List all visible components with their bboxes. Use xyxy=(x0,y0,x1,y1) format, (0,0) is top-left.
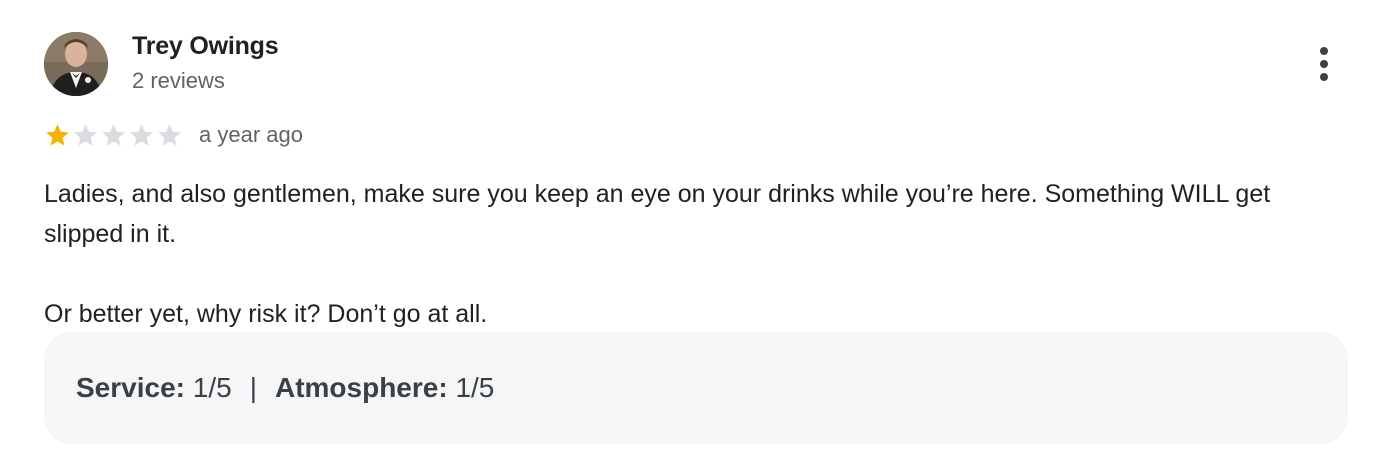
star-rating xyxy=(44,122,183,149)
attribute-separator: | xyxy=(249,372,257,403)
more-vert-icon xyxy=(1320,47,1328,55)
author-review-count[interactable]: 2 reviews xyxy=(132,68,225,94)
avatar[interactable] xyxy=(44,32,108,96)
review-card: Trey Owings 2 reviews a year ago Ladies,… xyxy=(0,0,1398,454)
review-paragraph: Ladies, and also gentlemen, make sure yo… xyxy=(44,180,1271,248)
review-attributes: Service: 1/5 | Atmosphere: 1/5 xyxy=(44,332,1348,444)
review-date: a year ago xyxy=(199,122,303,147)
more-options-button[interactable] xyxy=(1308,44,1340,84)
atmosphere-value: 1/5 xyxy=(455,372,495,403)
review-text: Ladies, and also gentlemen, make sure yo… xyxy=(44,174,1344,334)
star-filled-icon xyxy=(46,123,69,146)
rating-row: a year ago xyxy=(44,120,303,150)
service-label: Service: xyxy=(76,372,185,403)
star-empty-icon xyxy=(74,123,97,146)
author-name[interactable]: Trey Owings xyxy=(132,32,279,61)
service-value: 1/5 xyxy=(192,372,232,403)
star-empty-icon xyxy=(102,123,125,146)
avatar-photo xyxy=(44,32,108,96)
star-empty-icon xyxy=(158,123,181,146)
more-vert-icon-dot xyxy=(1320,60,1328,68)
star-empty-icon xyxy=(130,123,153,146)
review-paragraph: Or better yet, why risk it? Don’t go at … xyxy=(44,300,488,328)
atmosphere-label: Atmosphere: xyxy=(274,372,448,403)
more-vert-icon-dot xyxy=(1320,73,1328,81)
